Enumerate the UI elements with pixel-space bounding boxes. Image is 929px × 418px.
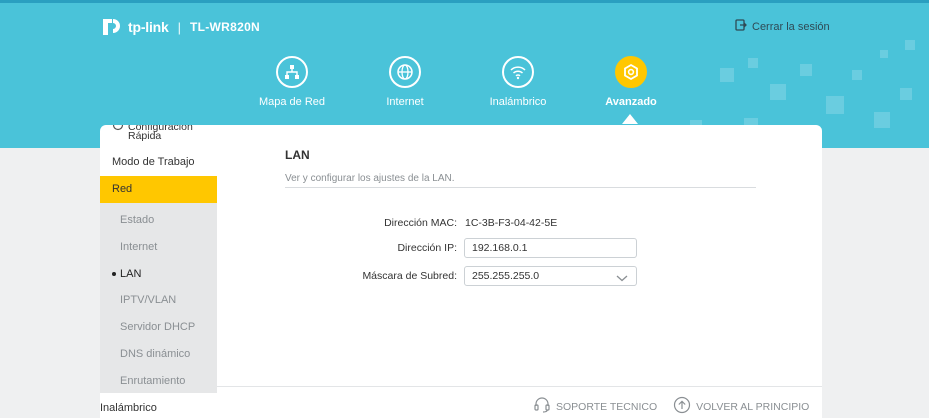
- submenu-item-label: IPTV/VLAN: [120, 294, 177, 307]
- subnet-mask-label: Máscara de Subred:: [362, 270, 457, 282]
- subnet-mask-select[interactable]: 255.255.255.0: [464, 266, 637, 286]
- submenu-item-lan[interactable]: LAN: [100, 261, 217, 288]
- submenu-item-label: LAN: [120, 267, 142, 280]
- subnet-mask-row: Máscara de Subred: 255.255.255.0: [217, 266, 822, 286]
- support-label: SOPORTE TECNICO: [556, 400, 658, 413]
- top-accent-line: [0, 0, 929, 3]
- sidebar-item-network[interactable]: Red: [100, 176, 217, 203]
- divider: [285, 187, 756, 188]
- sidebar-item-label: Inalámbrico: [100, 402, 157, 414]
- footer: SOPORTE TECNICO VOLVER AL PRINCIPIO: [533, 396, 809, 417]
- support-link[interactable]: SOPORTE TECNICO: [533, 397, 657, 416]
- page-title: LAN: [285, 148, 310, 162]
- back-to-top-label: VOLVER AL PRINCIPIO: [696, 400, 810, 413]
- submenu-item-label: Servidor DHCP: [120, 321, 196, 334]
- quick-setup-icon: [112, 125, 124, 134]
- brand-separator: |: [177, 19, 181, 35]
- sidebar-item-quick-setup[interactable]: Configuración Rápida: [100, 125, 217, 149]
- nav-label: Avanzado: [605, 96, 657, 108]
- chevron-down-icon: [616, 271, 628, 289]
- nav-tab-internet[interactable]: Internet: [350, 56, 460, 108]
- logout-button[interactable]: Cerrar la sesión: [735, 19, 830, 34]
- footer-divider: [217, 386, 822, 387]
- submenu-item-status[interactable]: Estado: [100, 207, 217, 234]
- nav-tab-network-map[interactable]: Mapa de Red: [237, 56, 347, 108]
- ip-address-input[interactable]: 192.168.0.1: [464, 238, 637, 258]
- sidebar-item-operation-mode[interactable]: Modo de Trabajo: [100, 149, 217, 176]
- sidebar-item-label: Rápida: [128, 130, 162, 142]
- ip-address-value: 192.168.0.1: [472, 242, 528, 254]
- submenu-item-routing[interactable]: Enrutamiento: [100, 368, 217, 395]
- nav-label: Inalámbrico: [489, 96, 547, 108]
- mac-address-row: Dirección MAC: 1C-3B-F3-04-42-5E: [217, 213, 822, 233]
- brand-name: tp-link: [128, 19, 169, 35]
- wifi-icon: [502, 56, 534, 88]
- submenu-item-dhcp-server[interactable]: Servidor DHCP: [100, 314, 217, 341]
- sidebar: Configuración Rápida Modo de Trabajo Red…: [100, 125, 217, 418]
- nav-tab-advanced[interactable]: Avanzado: [576, 56, 686, 108]
- sidebar-item-label: Modo de Trabajo: [112, 156, 195, 168]
- ip-address-label: Dirección IP:: [397, 242, 457, 254]
- globe-icon: [389, 56, 421, 88]
- tp-link-logo: tp-link | TL-WR820N: [100, 15, 260, 39]
- gear-icon: [615, 56, 647, 88]
- nav-label: Mapa de Red: [258, 96, 326, 108]
- nav-label: Internet: [386, 96, 424, 108]
- sidebar-submenu: Estado Internet LAN IPTV/VLAN Servidor D…: [100, 203, 217, 393]
- tp-link-logo-icon: [100, 15, 124, 39]
- submenu-item-label: Internet: [120, 240, 158, 253]
- model-name: TL-WR820N: [189, 20, 261, 34]
- nav-tab-wireless[interactable]: Inalámbrico: [463, 56, 573, 108]
- sidebar-item-label: Red: [112, 183, 133, 195]
- submenu-item-label: DNS dinámico: [120, 347, 191, 360]
- page-description: Ver y configurar los ajustes de la LAN.: [285, 173, 455, 184]
- sidebar-item-wireless[interactable]: Inalámbrico: [100, 393, 217, 418]
- ip-address-row: Dirección IP: 192.168.0.1: [217, 238, 822, 258]
- logout-icon: [735, 19, 747, 34]
- network-map-icon: [276, 56, 308, 88]
- mac-address-label: Dirección MAC:: [384, 217, 457, 229]
- submenu-item-internet[interactable]: Internet: [100, 234, 217, 261]
- content-panel: LAN Ver y configurar los ajustes de la L…: [217, 125, 822, 418]
- submenu-item-label: Estado: [120, 214, 155, 226]
- subnet-mask-value: 255.255.255.0: [472, 270, 540, 282]
- headset-icon: [533, 397, 551, 416]
- submenu-item-dynamic-dns[interactable]: DNS dinámico: [100, 341, 217, 368]
- submenu-item-label: Enrutamiento: [120, 374, 186, 387]
- mac-address-value: 1C-3B-F3-04-42-5E: [465, 217, 558, 229]
- back-to-top-link[interactable]: VOLVER AL PRINCIPIO: [673, 396, 809, 417]
- active-tab-caret: [622, 114, 638, 124]
- current-item-bullet: [112, 271, 116, 276]
- arrow-up-circle-icon: [673, 396, 691, 417]
- submenu-item-iptv-vlan[interactable]: IPTV/VLAN: [100, 287, 217, 314]
- logout-label: Cerrar la sesión: [752, 20, 830, 33]
